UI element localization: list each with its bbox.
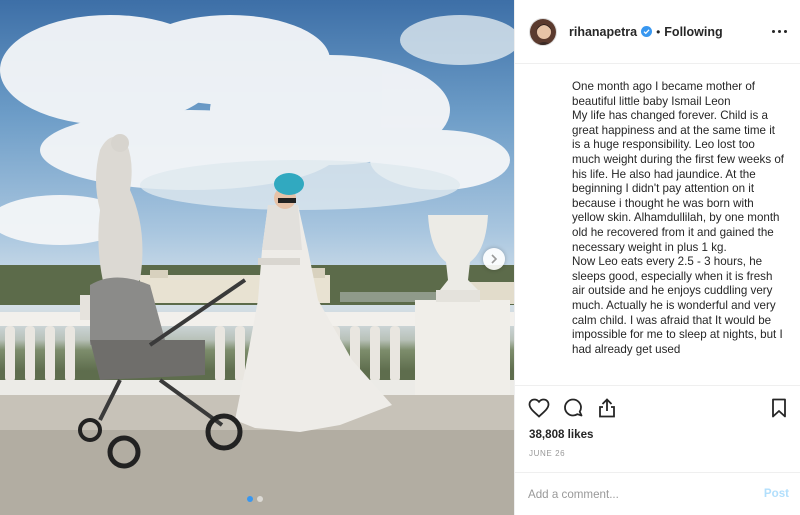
- caption-scroll-area[interactable]: One month ago I became mother of beautif…: [515, 65, 800, 385]
- carousel-indicator: [247, 496, 263, 502]
- follow-button[interactable]: Following: [664, 25, 722, 39]
- likes-count[interactable]: 38,808 likes: [529, 428, 593, 441]
- post-header: rihanapetra • Following: [515, 0, 800, 64]
- post-comment-button[interactable]: Post: [764, 487, 789, 500]
- comment-icon[interactable]: [561, 396, 587, 422]
- post-date[interactable]: JUNE 26: [529, 449, 565, 458]
- avatar[interactable]: [529, 17, 557, 46]
- comment-input[interactable]: [528, 485, 748, 503]
- carousel-dot: [247, 496, 253, 502]
- photo-scene: [0, 15, 514, 515]
- post-caption: One month ago I became mother of beautif…: [572, 80, 785, 356]
- post-actions: 38,808 likes JUNE 26 Post: [515, 385, 800, 515]
- carousel-next-button[interactable]: [483, 248, 505, 270]
- comment-form: Post: [515, 472, 800, 515]
- chevron-right-icon: [491, 254, 498, 264]
- caption-clipped-line: [572, 65, 786, 68]
- verified-badge-icon: [641, 26, 653, 37]
- post-side-panel: rihanapetra • Following One month ago I …: [514, 0, 800, 515]
- bookmark-icon[interactable]: [767, 396, 793, 422]
- avatar-image: [530, 18, 556, 45]
- carousel-dot: [257, 496, 263, 502]
- username-link[interactable]: rihanapetra: [569, 25, 637, 39]
- share-icon[interactable]: [595, 396, 621, 422]
- separator-dot: •: [656, 24, 661, 39]
- heart-icon[interactable]: [527, 396, 553, 422]
- post-photo[interactable]: [0, 0, 514, 515]
- more-options-icon[interactable]: [769, 22, 789, 40]
